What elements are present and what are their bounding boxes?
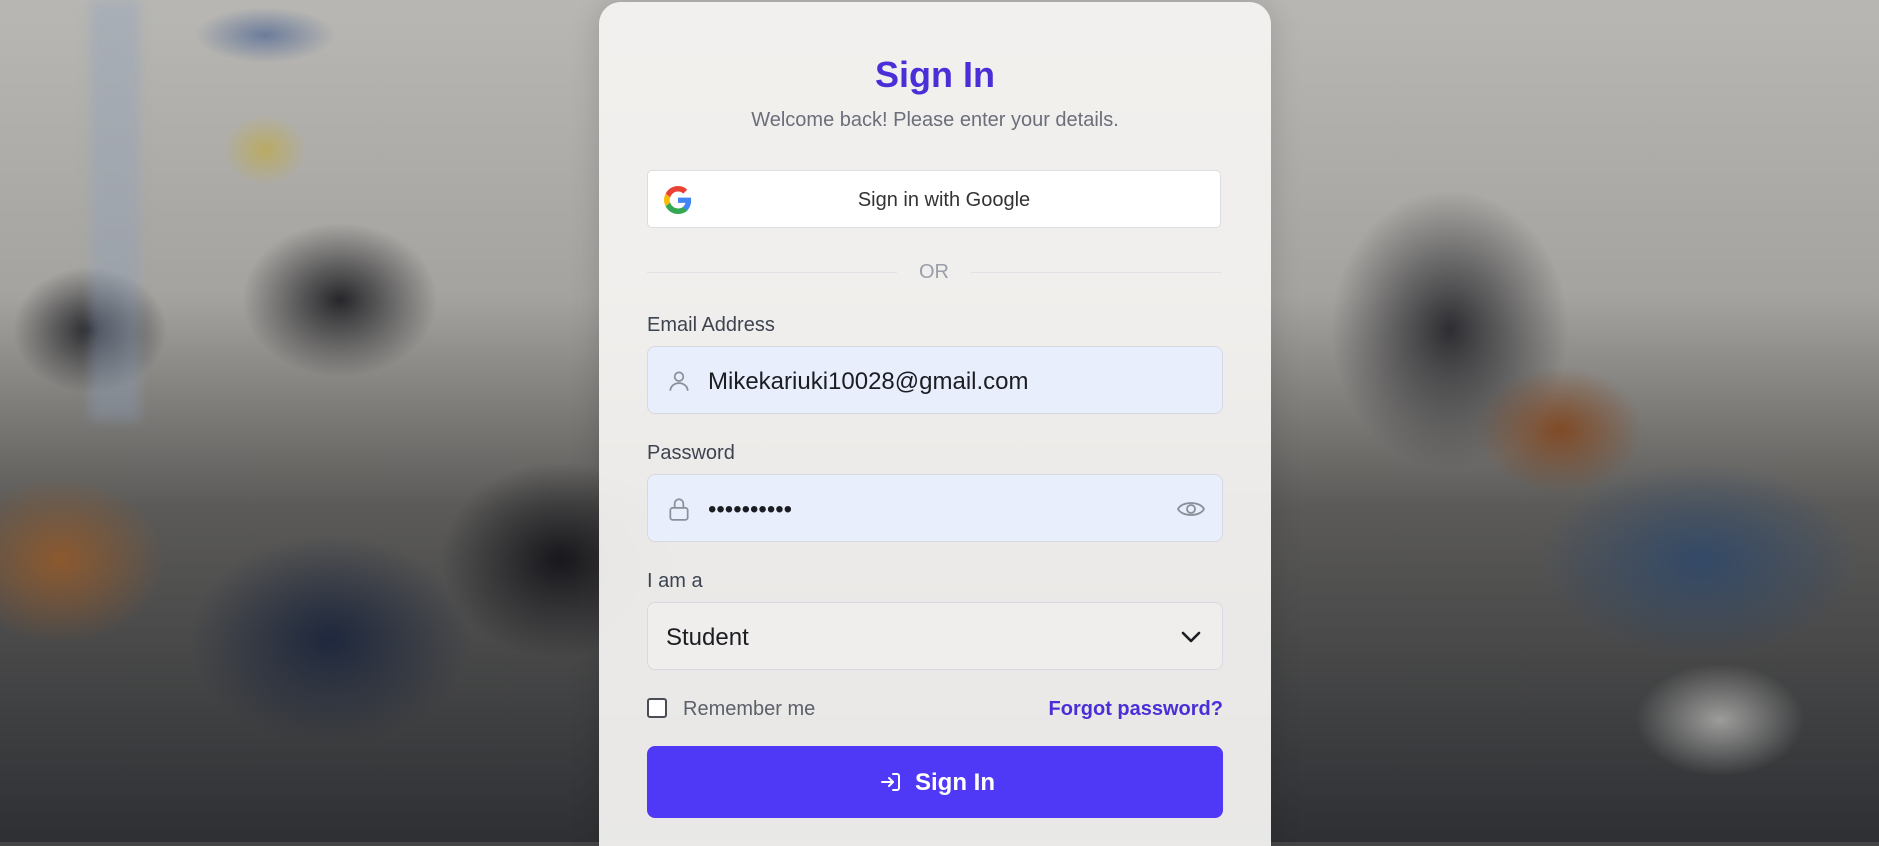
sign-in-icon [881,773,900,791]
password-field[interactable]: •••••••••• [647,474,1223,542]
email-field[interactable]: Mikekariuki10028@gmail.com [647,346,1223,414]
divider-text: OR [919,261,949,283]
eye-icon[interactable] [1176,496,1206,522]
chevron-down-icon [1181,631,1201,643]
email-label: Email Address [647,314,775,336]
page-title: Sign In [875,54,995,95]
lock-icon [669,498,689,521]
role-label: I am a [647,570,703,592]
background-blur-detail [90,0,140,420]
or-divider: OR [647,258,1221,286]
role-select-value: Student [666,624,749,651]
user-icon [669,371,689,391]
page-subtitle: Welcome back! Please enter your details. [751,109,1119,131]
sign-in-card: Sign In Welcome back! Please enter your … [599,2,1271,846]
remember-me-label: Remember me [683,698,816,720]
remember-me-checkbox[interactable] [647,698,667,718]
role-select[interactable]: Student [647,602,1223,670]
google-sign-in-button[interactable]: Sign in with Google [647,170,1221,228]
email-value: Mikekariuki10028@gmail.com [708,368,1029,395]
sign-in-button-label: Sign In [915,769,995,796]
password-value: •••••••••• [708,496,793,523]
password-label: Password [647,442,735,464]
sign-in-button[interactable]: Sign In [647,746,1223,818]
forgot-password-link[interactable]: Forgot password? [1049,698,1223,721]
google-button-label: Sign in with Google [857,189,1031,211]
